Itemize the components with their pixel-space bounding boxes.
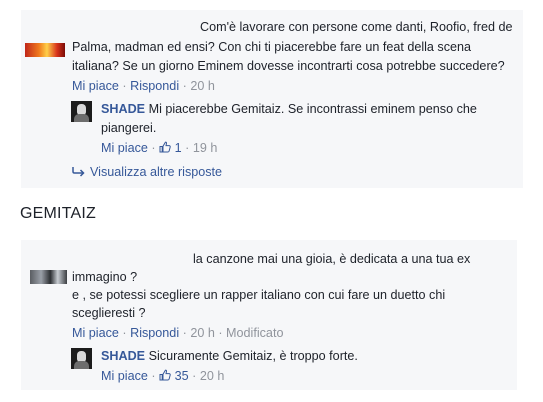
reply-text: SHADE Sicuramente Gemitaiz, è troppo for… [101,347,358,365]
reply-text: SHADE Mi piacerebbe Gemitaiz. Se incontr… [101,100,477,118]
reply-actions: Mi piace · 35 · 20 h [101,369,225,383]
comment-text-line: e , se potessi scegliere un rapper itali… [72,288,446,302]
like-link[interactable]: Mi piace [72,326,119,340]
reply-actions: Mi piace · 1 · 19 h [101,141,218,155]
comment-actions: Mi piace · Rispondi · 20 h · Modificato [72,326,284,340]
shade-avatar[interactable] [71,101,92,122]
comment-actions: Mi piace · Rispondi · 20 h [72,79,215,93]
comment-text-line: immagino ? [72,270,138,284]
comment-text-line: la canzone mai una gioia, è dedicata a u… [193,252,471,266]
commenter-avatar[interactable] [30,270,67,284]
reply-body-line: piangerei. [101,121,157,135]
reply-author[interactable]: SHADE [101,349,145,363]
section-heading: GEMITAIZ [20,205,96,222]
comment-text-line: Com'è lavorare con persone come danti, R… [200,20,513,34]
like-count[interactable]: 1 [159,141,182,155]
thumbs-up-icon [159,141,171,153]
timestamp[interactable]: 20 h [190,326,215,340]
comment-text-line: italiana? Se un giorno Eminem dovesse in… [72,59,505,73]
like-count[interactable]: 35 [159,369,189,383]
edited-label[interactable]: Modificato [226,326,283,340]
reply-author[interactable]: SHADE [101,102,145,116]
reply-body-line: Sicuramente Gemitaiz, è troppo forte. [148,349,358,363]
comment-text-line: sceglieresti ? [72,306,146,320]
view-more-replies[interactable]: Visualizza altre risposte [72,163,222,181]
timestamp[interactable]: 20 h [200,369,225,383]
thumbs-up-icon [159,369,171,381]
comment-text-line: Palma, madman ed ensi? Con chi ti piacer… [72,40,472,54]
commenter-avatar[interactable] [25,43,65,57]
reply-link[interactable]: Rispondi [130,326,179,340]
timestamp[interactable]: 19 h [193,141,218,155]
like-link[interactable]: Mi piace [72,79,119,93]
reply-arrow-icon [72,167,85,177]
reply-link[interactable]: Rispondi [130,79,179,93]
comment-thread-1 [21,10,523,188]
reply-body-line: Mi piacerebbe Gemitaiz. Se incontrassi e… [148,102,477,116]
timestamp[interactable]: 20 h [190,79,215,93]
like-link[interactable]: Mi piace [101,369,148,383]
like-link[interactable]: Mi piace [101,141,148,155]
shade-avatar[interactable] [71,348,92,369]
